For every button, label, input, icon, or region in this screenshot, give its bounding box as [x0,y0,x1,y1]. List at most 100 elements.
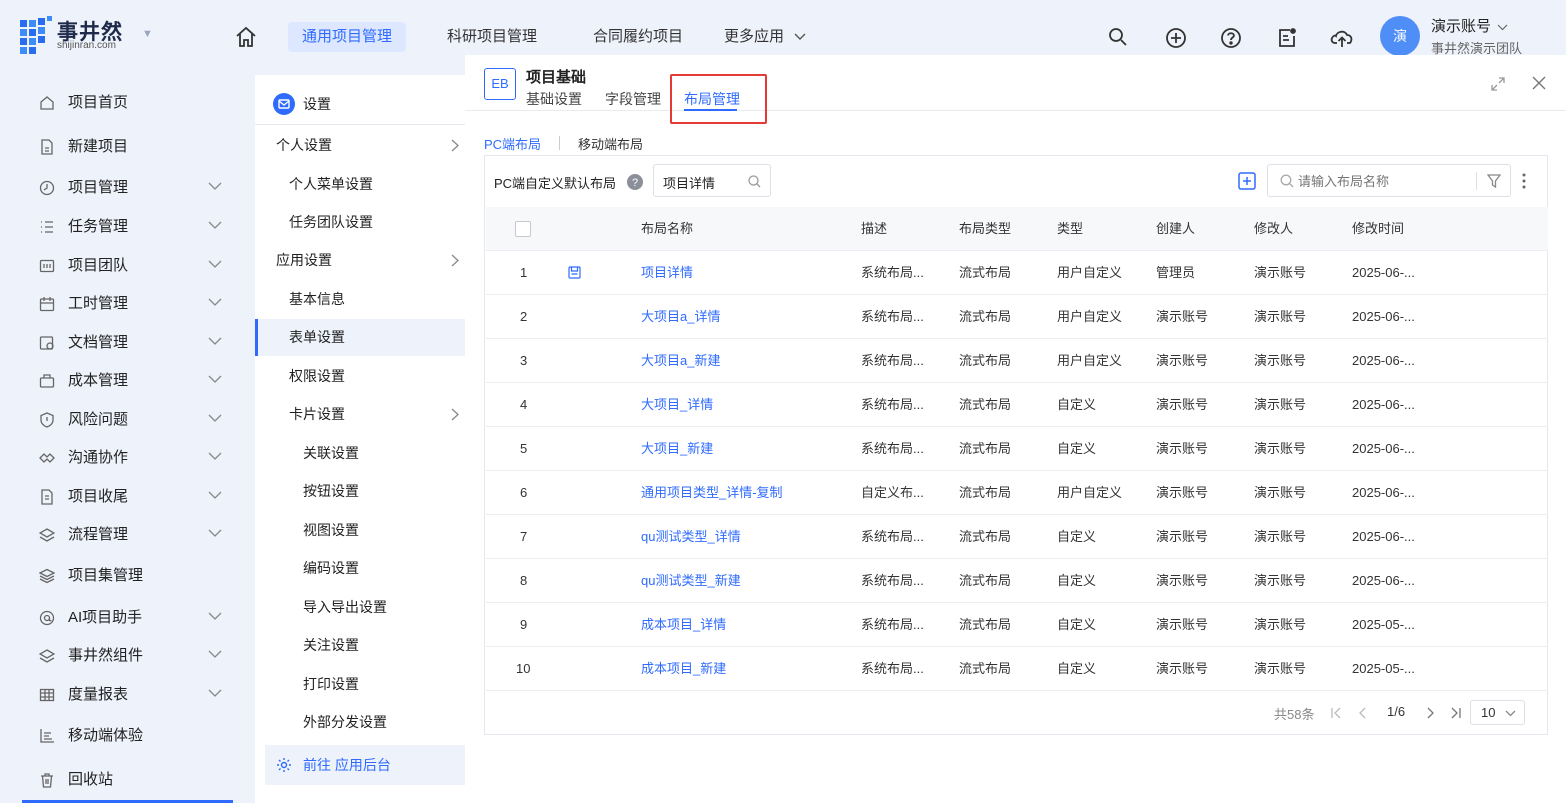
user-name[interactable]: 演示账号 [1431,15,1508,36]
nav-contract-project[interactable]: 合同履约项目 [579,22,697,52]
last-page-icon[interactable] [1450,707,1462,719]
cloud-upload-icon[interactable] [1330,27,1354,49]
chevron-down-icon [1497,24,1508,31]
goto-admin-button[interactable]: 前往 应用后台 [265,745,465,785]
settings-item-app[interactable]: 应用设置 [255,242,465,278]
help-icon[interactable] [1220,27,1242,49]
select-all-checkbox[interactable] [515,221,531,237]
table-row[interactable]: 10 成本项目_新建 系统布局... 流式布局 自定义 演示账号 演示账号 20… [486,647,1548,691]
home-icon[interactable] [235,26,257,48]
tab-pc-layout[interactable]: PC端布局 [484,134,541,153]
table-row[interactable]: 4 大项目_详情 系统布局... 流式布局 自定义 演示账号 演示账号 2025… [486,383,1548,427]
sidebar-item-new-project[interactable]: 新建项目 [0,129,255,165]
prev-page-icon[interactable] [1358,707,1368,719]
sidebar-item-workflow[interactable]: 流程管理 [0,517,255,553]
layout-name-link[interactable]: 成本项目_新建 [641,647,726,691]
layout-table-card: PC端自定义默认布局 ? 项目详情 请输入布局名称 布局名称 描述 布局类型 类… [484,155,1548,735]
settings-item-import-export[interactable]: 导入导出设置 [255,589,465,625]
sidebar-item-project-team[interactable]: 项目团队 [0,248,255,284]
more-vertical-icon[interactable] [1521,172,1527,190]
settings-item-form[interactable]: 表单设置 [255,319,465,356]
close-icon[interactable] [1532,76,1546,90]
tab-basic-settings[interactable]: 基础设置 [526,89,582,109]
layout-search-field[interactable] [1267,164,1511,197]
tab-mobile-layout[interactable]: 移动端布局 [578,134,643,153]
settings-item-card[interactable]: 卡片设置 [255,396,465,432]
settings-item-permission[interactable]: 权限设置 [255,358,465,394]
settings-item-print[interactable]: 打印设置 [255,666,465,702]
column-header[interactable]: 描述 [861,207,887,251]
table-row[interactable]: 9 成本项目_详情 系统布局... 流式布局 自定义 演示账号 演示账号 202… [486,603,1548,647]
add-layout-button[interactable] [1238,172,1256,190]
sidebar-item-components[interactable]: 事井然组件 [0,638,255,674]
sidebar-item-reports[interactable]: 度量报表 [0,677,255,713]
table-row[interactable]: 6 通用项目类型_详情-复制 自定义布... 流式布局 用户自定义 演示账号 演… [486,471,1548,515]
layout-name-link[interactable]: 项目详情 [641,251,693,295]
layout-name-link[interactable]: 成本项目_详情 [641,603,726,647]
settings-item-basic-info[interactable]: 基本信息 [255,281,465,317]
column-header[interactable]: 修改人 [1254,207,1293,251]
settings-item-external-distribution[interactable]: 外部分发设置 [255,704,465,740]
table-row[interactable]: 2 大项目a_详情 系统布局... 流式布局 用户自定义 演示账号 演示账号 2… [486,295,1548,339]
settings-item-personal-menu[interactable]: 个人菜单设置 [255,166,465,202]
settings-item-button[interactable]: 按钮设置 [255,473,465,509]
sidebar-item-home[interactable]: 项目首页 [0,85,255,121]
table-row[interactable]: 5 大项目_新建 系统布局... 流式布局 自定义 演示账号 演示账号 2025… [486,427,1548,471]
sidebar-item-ai-assistant[interactable]: AI项目助手 [0,600,255,636]
settings-item-view[interactable]: 视图设置 [255,512,465,548]
layout-name-link[interactable]: 大项目a_新建 [641,339,720,383]
sidebar-item-timesheet[interactable]: 工时管理 [0,286,255,322]
layout-name-link[interactable]: qu测试类型_新建 [641,559,741,603]
sidebar-item-project-mgmt[interactable]: 项目管理 [0,170,255,206]
sidebar-item-task-mgmt[interactable]: 任务管理 [0,209,255,245]
settings-item-relation[interactable]: 关联设置 [255,435,465,471]
tab-field-management[interactable]: 字段管理 [605,89,661,109]
nav-more-apps[interactable]: 更多应用 [710,22,820,52]
layout-name-link[interactable]: qu测试类型_详情 [641,515,741,559]
column-header[interactable]: 创建人 [1156,207,1195,251]
brand-caret-icon[interactable]: ▼ [142,28,153,40]
filter-icon[interactable] [1487,174,1501,188]
layout-name-link[interactable]: 大项目_新建 [641,427,713,471]
settings-item-code[interactable]: 编码设置 [255,550,465,586]
table-row[interactable]: 7 qu测试类型_详情 系统布局... 流式布局 自定义 演示账号 演示账号 2… [486,515,1548,559]
row-creator: 演示账号 [1156,529,1209,544]
column-header[interactable]: 布局名称 [641,207,693,251]
settings-item-task-team[interactable]: 任务团队设置 [255,204,465,240]
chevron-down-icon [208,375,222,384]
sidebar-item-program[interactable]: 项目集管理 [0,558,255,594]
nav-research-project[interactable]: 科研项目管理 [433,22,551,52]
sidebar-item-closing[interactable]: 项目收尾 [0,479,255,515]
nav-general-project[interactable]: 通用项目管理 [288,22,407,52]
add-circle-icon[interactable] [1165,27,1187,49]
first-page-icon[interactable] [1330,707,1342,719]
default-layout-select[interactable]: 项目详情 [653,164,771,197]
table-row[interactable]: 8 qu测试类型_新建 系统布局... 流式布局 自定义 演示账号 演示账号 2… [486,559,1548,603]
column-header[interactable]: 布局类型 [959,207,1011,251]
sidebar-item-documents[interactable]: 文档管理 [0,325,255,361]
column-header[interactable]: 修改时间 [1352,207,1404,251]
search-input[interactable] [1298,171,1468,191]
next-page-icon[interactable] [1425,707,1435,719]
page-size-select[interactable]: 10 [1470,700,1525,725]
notice-icon[interactable] [1276,27,1298,49]
settings-item-personal[interactable]: 个人设置 [255,127,465,163]
expand-icon[interactable] [1491,77,1505,91]
table-row[interactable]: 1 项目详情 系统布局... 流式布局 用户自定义 管理员 演示账号 2025-… [486,251,1548,295]
search-icon[interactable] [1108,27,1128,47]
column-header[interactable]: 类型 [1057,207,1083,251]
avatar[interactable]: 演 [1380,16,1420,56]
layout-name-link[interactable]: 大项目a_详情 [641,295,720,339]
settings-item-follow[interactable]: 关注设置 [255,627,465,663]
clock-icon [39,180,55,196]
table-row[interactable]: 3 大项目a_新建 系统布局... 流式布局 用户自定义 演示账号 演示账号 2… [486,339,1548,383]
help-icon[interactable]: ? [627,174,643,190]
brand-logo-icon[interactable] [18,16,54,58]
layout-name-link[interactable]: 通用项目类型_详情-复制 [641,471,783,515]
layout-name-link[interactable]: 大项目_详情 [641,383,713,427]
sidebar-item-risk[interactable]: 风险问题 [0,402,255,438]
sidebar-item-mobile[interactable]: 移动端体验 [0,718,255,754]
sidebar-item-recycle-bin[interactable]: 回收站 [0,762,255,798]
sidebar-item-collaboration[interactable]: 沟通协作 [0,440,255,476]
sidebar-item-cost[interactable]: 成本管理 [0,363,255,399]
